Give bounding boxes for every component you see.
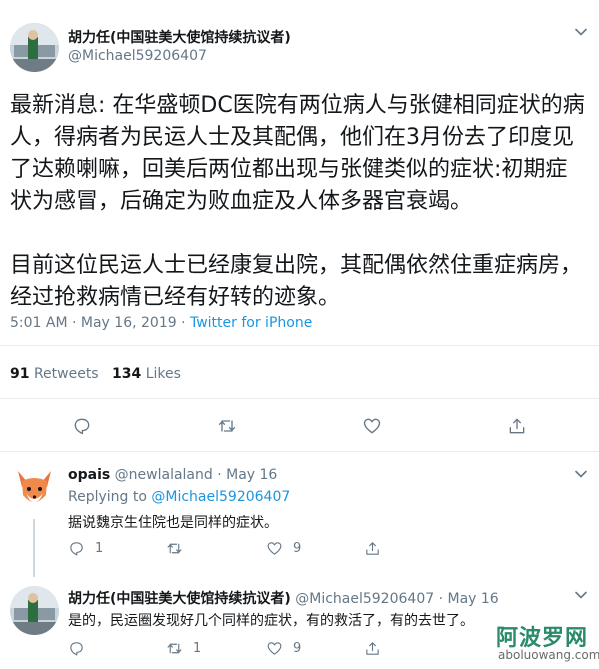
retweet-action[interactable]: 1	[166, 640, 201, 657]
reply-handle[interactable]: @newlalaland	[115, 467, 213, 483]
reply-header: opais @newlalaland · May 16	[68, 467, 277, 483]
reply-date[interactable]: · May 16	[439, 591, 499, 607]
share-action[interactable]	[364, 540, 381, 557]
watermark-url: aboluowang.com	[498, 648, 599, 662]
thread-line	[33, 519, 35, 577]
retweet-icon	[167, 543, 182, 554]
reply-display-name[interactable]: 胡力任(中国驻美大使馆持续抗议者)	[68, 591, 291, 607]
heart-icon	[267, 542, 282, 555]
heart-icon[interactable]	[360, 414, 384, 438]
retweet-icon	[167, 643, 182, 654]
retweet-icon[interactable]	[215, 414, 239, 438]
like-action[interactable]: 9	[266, 640, 301, 657]
tweet-timestamp: 5:01 AM · May 16, 2019 · Twitter for iPh…	[10, 315, 312, 331]
author-display-name[interactable]: 胡力任(中国驻美大使馆持续抗议者)	[68, 27, 291, 47]
author-handle[interactable]: @Michael59206407	[68, 48, 207, 64]
avatar[interactable]	[10, 465, 59, 514]
likes-count: 134	[112, 366, 142, 382]
reply-text: 据说魏京生住院也是同样的症状。	[68, 515, 278, 531]
reply-header: 胡力任(中国驻美大使馆持续抗议者) @Michael59206407 · May…	[68, 588, 499, 608]
tweet-source-link[interactable]: Twitter for iPhone	[190, 315, 312, 331]
divider	[0, 451, 599, 452]
chevron-down-icon[interactable]	[574, 588, 588, 606]
share-action[interactable]	[364, 640, 381, 657]
retweets-count: 91	[10, 366, 30, 382]
reply-icon	[70, 642, 83, 656]
tweet-paragraph: 目前这位民运人士已经康复出院，其配偶依然住重症病房，经过抢救病情已经有好转的迹象…	[10, 253, 583, 310]
reply-action[interactable]	[68, 640, 95, 657]
replying-prefix: Replying to	[68, 489, 152, 505]
reply-handle[interactable]: @Michael59206407	[295, 591, 434, 607]
reply-icon	[70, 542, 83, 556]
avatar[interactable]	[10, 23, 59, 72]
like-count: 9	[293, 541, 302, 556]
reply-display-name[interactable]: opais	[68, 467, 110, 483]
chevron-down-icon[interactable]	[574, 25, 588, 43]
replying-to-link[interactable]: @Michael59206407	[151, 489, 290, 505]
tweet-text: 最新消息: 在华盛顿DC医院有两位病人与张健相同症状的病人，得病者为民运人士及其…	[10, 90, 585, 314]
retweets-label: Retweets	[33, 366, 99, 382]
share-icon	[366, 542, 379, 555]
share-icon[interactable]	[505, 414, 529, 438]
tweet-paragraph: 最新消息: 在华盛顿DC医院有两位病人与张健相同症状的病人，得病者为民运人士及其…	[10, 93, 585, 214]
like-count: 9	[293, 641, 302, 656]
timestamp-text[interactable]: 5:01 AM · May 16, 2019 ·	[10, 315, 190, 331]
reply-count: 1	[95, 541, 104, 556]
like-action[interactable]: 9	[266, 540, 301, 557]
retweet-count: 1	[193, 641, 202, 656]
replying-to: Replying to @Michael59206407	[68, 489, 290, 505]
likes-stat[interactable]: 134 Likes	[112, 366, 181, 382]
divider	[0, 398, 599, 399]
heart-icon	[267, 642, 282, 655]
avatar[interactable]	[10, 586, 59, 635]
retweets-stat[interactable]: 91 Retweets	[10, 366, 99, 382]
reply-action[interactable]: 1	[68, 540, 103, 557]
likes-label: Likes	[145, 366, 181, 382]
reply-date[interactable]: · May 16	[217, 467, 277, 483]
reply-icon[interactable]	[70, 414, 94, 438]
divider	[0, 345, 599, 346]
retweet-action[interactable]	[166, 540, 193, 557]
chevron-down-icon[interactable]	[574, 467, 588, 485]
reply-text: 是的，民运圈发现好几个同样的症状，有的救活了，有的去世了。	[68, 613, 474, 629]
share-icon	[366, 642, 379, 655]
